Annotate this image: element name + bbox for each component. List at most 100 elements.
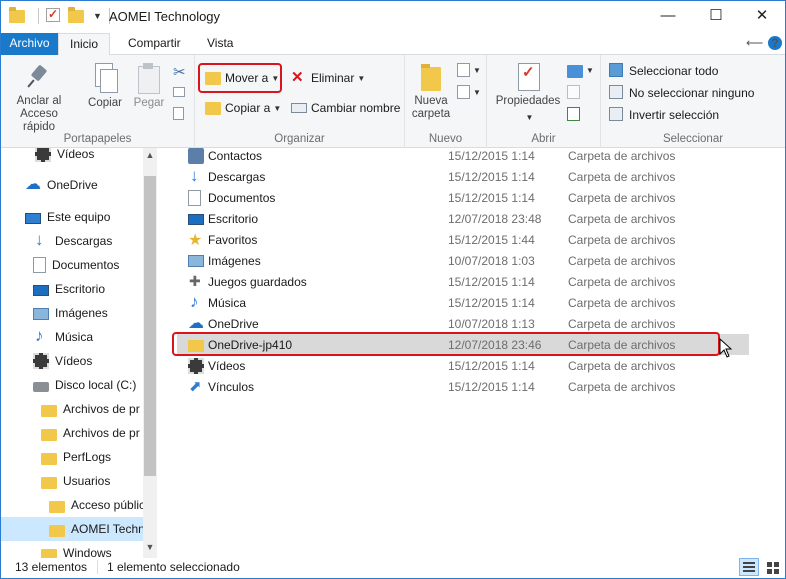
properties-dropdown-icon: ▼ bbox=[525, 113, 534, 122]
group-open-label: Abrir bbox=[531, 133, 556, 145]
copy-to-button[interactable]: Copiar a ▼ bbox=[205, 100, 281, 116]
nav-item-label: Este equipo bbox=[47, 210, 111, 224]
group-new-label: Nuevo bbox=[428, 133, 463, 145]
nav-item-music[interactable]: Música bbox=[1, 325, 143, 349]
qat-dropdown-icon[interactable]: ▼ bbox=[93, 11, 102, 21]
move-to-button[interactable]: Mover a ▼ bbox=[205, 70, 279, 86]
large-icons-view-button[interactable] bbox=[763, 558, 783, 576]
nav-item-windows[interactable]: Windows bbox=[1, 541, 143, 558]
list-item[interactable]: Descargas 15/12/2015 1:14 Carpeta de arc… bbox=[177, 166, 749, 187]
nav-item-this-pc[interactable]: Este equipo bbox=[1, 205, 143, 229]
file-date: 15/12/2015 1:14 bbox=[448, 169, 535, 184]
disk-icon bbox=[33, 382, 49, 392]
window-title: AOMEI Technology bbox=[109, 9, 221, 24]
cut-icon[interactable]: ✂ bbox=[173, 63, 186, 81]
invert-selection-label: Invertir selección bbox=[629, 108, 720, 122]
scroll-thumb[interactable] bbox=[144, 176, 156, 476]
scroll-down-icon[interactable]: ▼ bbox=[143, 542, 157, 552]
status-bar: 13 elementos 1 elemento seleccionado bbox=[1, 558, 785, 578]
pin-ribbon-icon[interactable]: ⟵ bbox=[746, 36, 763, 50]
nav-scrollbar[interactable]: ▲ ▼ bbox=[143, 148, 157, 558]
list-item[interactable]: Contactos 15/12/2015 1:14 Carpeta de arc… bbox=[177, 145, 749, 166]
nav-item-images[interactable]: Imágenes bbox=[1, 301, 143, 325]
star-icon bbox=[188, 230, 204, 250]
copy-icon bbox=[93, 63, 118, 93]
open-icon[interactable]: ▼ bbox=[567, 63, 594, 78]
group-new: Nueva carpeta ▼ ▼ Nuevo bbox=[405, 55, 487, 148]
status-separator bbox=[97, 560, 98, 574]
list-item[interactable]: Escritorio 12/07/2018 23:48 Carpeta de a… bbox=[177, 208, 749, 229]
nav-item-desktop[interactable]: Escritorio bbox=[1, 277, 143, 301]
details-view-button[interactable] bbox=[739, 558, 759, 576]
history-icon[interactable] bbox=[567, 107, 580, 121]
desktop-icon bbox=[188, 214, 204, 225]
nav-item-videos-quick[interactable]: Vídeos bbox=[1, 148, 143, 166]
copy-path-icon[interactable] bbox=[173, 87, 185, 97]
tab-compartir[interactable]: Compartir bbox=[117, 33, 192, 55]
list-item[interactable]: Música 15/12/2015 1:14 Carpeta de archiv… bbox=[177, 292, 749, 313]
nav-item-label: Escritorio bbox=[55, 282, 106, 296]
file-name: Contactos bbox=[208, 148, 263, 163]
file-date: 15/12/2015 1:14 bbox=[448, 148, 535, 163]
file-date: 15/12/2015 1:14 bbox=[448, 274, 535, 289]
select-all-button[interactable]: Seleccionar todo bbox=[609, 63, 718, 79]
file-type: Carpeta de archivos bbox=[568, 253, 676, 268]
tab-inicio[interactable]: Inicio bbox=[58, 33, 111, 56]
tab-archivo[interactable]: Archivo bbox=[1, 33, 58, 55]
new-item-icon[interactable]: ▼ bbox=[457, 63, 481, 77]
paste-shortcut-icon[interactable] bbox=[173, 107, 184, 120]
file-date: 10/07/2018 1:13 bbox=[448, 316, 535, 331]
rename-button[interactable]: Cambiar nombre bbox=[291, 100, 400, 116]
list-item[interactable]: Documentos 15/12/2015 1:14 Carpeta de ar… bbox=[177, 187, 749, 208]
details-view-icon bbox=[743, 562, 755, 572]
nav-item-public[interactable]: Acceso públic bbox=[1, 493, 143, 517]
copy-button[interactable]: Copiar bbox=[85, 63, 125, 110]
paste-icon bbox=[137, 63, 161, 94]
properties-check-icon[interactable] bbox=[46, 7, 62, 24]
new-folder-button[interactable]: Nueva carpeta bbox=[411, 63, 451, 121]
list-item[interactable]: Imágenes 10/07/2018 1:03 Carpeta de arch… bbox=[177, 250, 749, 271]
nav-item-program-files[interactable]: Archivos de pr bbox=[1, 397, 143, 421]
list-item[interactable]: Vídeos 15/12/2015 1:14 Carpeta de archiv… bbox=[177, 355, 749, 376]
scroll-up-icon[interactable]: ▲ bbox=[143, 150, 157, 160]
file-type: Carpeta de archivos bbox=[568, 316, 676, 331]
nav-item-downloads[interactable]: Descargas bbox=[1, 229, 143, 253]
select-none-button[interactable]: No seleccionar ninguno bbox=[609, 85, 754, 101]
copy-to-label: Copiar a bbox=[225, 101, 271, 115]
list-item[interactable]: Juegos guardados 15/12/2015 1:14 Carpeta… bbox=[177, 271, 749, 292]
nav-item-aomei[interactable]: AOMEI Techn bbox=[1, 517, 143, 541]
close-button[interactable]: ✕ bbox=[739, 1, 785, 31]
nav-item-documents[interactable]: Documentos bbox=[1, 253, 143, 277]
nav-item-onedrive[interactable]: OneDrive bbox=[1, 173, 143, 197]
nav-item-program-files-x86[interactable]: Archivos de pr bbox=[1, 421, 143, 445]
title-bar: ▼ AOMEI Technology — ☐ ✕ bbox=[1, 1, 785, 33]
list-item[interactable]: Vínculos 15/12/2015 1:14 Carpeta de arch… bbox=[177, 376, 749, 397]
nav-item-local-disk[interactable]: Disco local (C:) bbox=[1, 373, 143, 397]
nav-item-videos[interactable]: Vídeos bbox=[1, 349, 143, 373]
documents-icon bbox=[33, 257, 46, 273]
invert-selection-button[interactable]: Invertir selección bbox=[609, 107, 719, 123]
group-select: Seleccionar todo No seleccionar ninguno … bbox=[601, 55, 785, 148]
edit-icon[interactable] bbox=[567, 85, 580, 99]
folder-icon bbox=[41, 452, 57, 465]
nav-item-users[interactable]: Usuarios bbox=[1, 469, 143, 493]
list-item[interactable]: Favoritos 15/12/2015 1:44 Carpeta de arc… bbox=[177, 229, 749, 250]
delete-button[interactable]: ✕ Eliminar ▼ bbox=[291, 70, 365, 86]
file-date: 15/12/2015 1:14 bbox=[448, 190, 535, 205]
group-organize: Mover a ▼ ✕ Eliminar ▼ Copiar a ▼ Cambia… bbox=[195, 55, 405, 148]
easy-access-icon[interactable]: ▼ bbox=[457, 85, 481, 99]
new-folder-icon bbox=[419, 63, 443, 91]
tab-vista[interactable]: Vista bbox=[196, 33, 244, 55]
new-folder-icon[interactable] bbox=[68, 7, 84, 24]
help-icon[interactable]: ? bbox=[768, 36, 782, 50]
paste-button[interactable]: Pegar bbox=[129, 63, 169, 110]
list-item[interactable]: OneDrive 10/07/2018 1:13 Carpeta de arch… bbox=[177, 313, 749, 334]
nav-item-perflogs[interactable]: PerfLogs bbox=[1, 445, 143, 469]
maximize-button[interactable]: ☐ bbox=[693, 1, 739, 31]
pin-quick-access-button[interactable]: Anclar al Acceso rápido bbox=[7, 63, 71, 134]
file-name: Documentos bbox=[208, 190, 276, 205]
properties-button[interactable]: Propiedades ▼ bbox=[493, 63, 563, 124]
file-name: Vínculos bbox=[208, 379, 255, 394]
minimize-button[interactable]: — bbox=[645, 1, 691, 31]
desktop-icon bbox=[33, 285, 49, 296]
